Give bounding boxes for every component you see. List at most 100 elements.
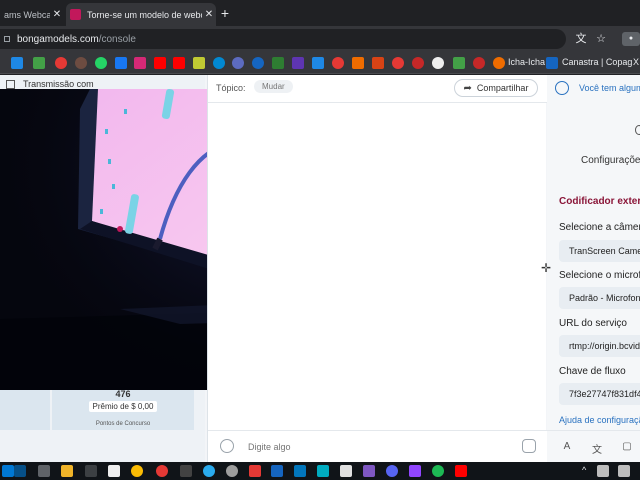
console-page: Transmissão com 476 Prêmio de $ 0,00 Pon…	[0, 75, 640, 462]
translate-icon[interactable]: 文	[574, 32, 588, 46]
profile-icon[interactable]: ●	[622, 32, 640, 46]
facebook-icon[interactable]	[115, 57, 127, 69]
network-icon[interactable]	[597, 465, 609, 477]
chat-composer	[208, 430, 547, 462]
opera-icon[interactable]	[156, 465, 168, 477]
app-icon[interactable]	[85, 465, 97, 477]
bookmark-icon[interactable]	[232, 57, 244, 69]
setup-help-link[interactable]: Ajuda de configuraçã	[559, 415, 640, 425]
spotify-icon[interactable]	[432, 465, 444, 477]
bookmark-icon[interactable]	[412, 57, 424, 69]
volume-icon[interactable]	[618, 465, 630, 477]
bookmark-icon[interactable]	[272, 57, 284, 69]
settings-title: Configurações	[581, 155, 640, 166]
external-encoder-title: Codificador extern	[559, 196, 640, 207]
app-icon[interactable]	[226, 465, 238, 477]
discord-icon[interactable]	[386, 465, 398, 477]
bookmark-icon[interactable]	[473, 57, 485, 69]
contest-prize: Prêmio de $ 0,00	[52, 401, 194, 412]
bookmark-icon[interactable]	[33, 57, 45, 69]
browser-tab-strip: ams Webcam ✕ Torne-se um modelo de webca…	[0, 0, 640, 26]
contest-prize-text: Prêmio de $ 0,00	[88, 401, 158, 412]
bookmark-icon[interactable]	[213, 57, 225, 69]
whatsapp-icon[interactable]	[95, 57, 107, 69]
youtube-icon[interactable]	[173, 57, 185, 69]
settings-gear-icon	[635, 125, 640, 135]
bookmark-icon[interactable]	[75, 57, 87, 69]
text-format-icon[interactable]: A	[561, 441, 573, 452]
tab-label: ams Webcam	[4, 9, 50, 20]
mic-select[interactable]: Padrão - Microfon	[559, 287, 640, 309]
stream-key-label: Chave de fluxo	[559, 366, 626, 377]
camera-icon[interactable]	[522, 439, 536, 453]
new-tab-button[interactable]: +	[217, 5, 233, 21]
chrome-icon[interactable]	[131, 465, 143, 477]
app-icon[interactable]	[249, 465, 261, 477]
share-button[interactable]: ➦ Compartilhar	[454, 79, 538, 97]
bookmark-icha-icha[interactable]: Icha-Icha	[508, 57, 545, 67]
bookmark-icon[interactable]	[372, 57, 384, 69]
mic-select-label: Selecione o microf	[559, 270, 640, 281]
url-field[interactable]: bongamodels.com/console	[0, 29, 566, 49]
url-host: bongamodels.com	[17, 33, 99, 45]
app-icon[interactable]	[294, 465, 306, 477]
bonga-favicon-icon	[70, 9, 81, 20]
file-explorer-icon[interactable]	[61, 465, 73, 477]
notice-banner[interactable]: Você tem algum	[555, 81, 640, 95]
camera-select[interactable]: TranScreen Camer	[559, 240, 640, 262]
bookmarks-overflow[interactable]: X	[633, 57, 639, 67]
app-icon[interactable]	[108, 465, 120, 477]
chat-message-input[interactable]	[248, 439, 508, 455]
contest-stats: 476 Prêmio de $ 0,00 Pontos de Concurso	[0, 387, 205, 430]
emoji-icon[interactable]	[220, 439, 234, 453]
telegram-icon[interactable]	[203, 465, 215, 477]
task-view-icon[interactable]	[38, 465, 50, 477]
windows-start-icon[interactable]	[2, 465, 14, 477]
external-window-icon[interactable]	[6, 79, 15, 89]
tab-label: Torne-se um modelo de webcam	[87, 9, 202, 20]
sticker-icon[interactable]: ▢	[621, 441, 633, 452]
bookmark-icon[interactable]	[493, 57, 505, 69]
close-tab-icon[interactable]: ✕	[50, 9, 64, 20]
bookmark-canastra[interactable]: Canastra | Copag	[562, 57, 632, 67]
bookmark-icon[interactable]	[55, 57, 67, 69]
close-tab-icon[interactable]: ✕	[202, 9, 216, 20]
youtube-icon[interactable]	[455, 465, 467, 477]
chat-header: Tópico: Mudar ➦ Compartilhar	[208, 75, 547, 103]
service-url-field[interactable]: rtmp://origin.bcvid	[559, 335, 640, 357]
bookmark-star-icon[interactable]: ☆	[594, 32, 608, 46]
bookmark-icon[interactable]	[546, 57, 558, 69]
app-icon[interactable]	[271, 465, 283, 477]
translate-icon[interactable]: 文	[591, 441, 603, 456]
start-icon[interactable]	[14, 465, 26, 477]
twitch-icon[interactable]	[409, 465, 421, 477]
stat-card-left	[0, 387, 50, 430]
bookmark-icon[interactable]	[312, 57, 324, 69]
site-info-icon[interactable]	[4, 36, 10, 42]
app-icon[interactable]	[180, 465, 192, 477]
tab-become-model[interactable]: Torne-se um modelo de webcam ✕	[66, 3, 216, 26]
stream-key-field[interactable]: 7f3e27747f831df4	[559, 383, 640, 405]
bookmarks-bar: Icha-Icha Canastra | Copag X	[0, 52, 640, 74]
topic-label: Tópico:	[216, 83, 246, 93]
change-topic-button[interactable]: Mudar	[254, 80, 293, 93]
bookmark-icon[interactable]	[11, 57, 23, 69]
bookmark-icon[interactable]	[193, 57, 205, 69]
app-icon[interactable]	[363, 465, 375, 477]
bookmark-icon[interactable]	[432, 57, 444, 69]
bookmark-icon[interactable]	[392, 57, 404, 69]
gamepad-icon[interactable]	[340, 465, 352, 477]
bookmark-icon[interactable]	[453, 57, 465, 69]
bookmark-icon[interactable]	[332, 57, 344, 69]
bookmark-icon[interactable]	[252, 57, 264, 69]
app-icon[interactable]	[317, 465, 329, 477]
settings-panel: Você tem algum Configurações Codificador…	[547, 75, 640, 462]
youtube-icon[interactable]	[154, 57, 166, 69]
instagram-icon[interactable]	[134, 57, 146, 69]
tab-bonga-webcam[interactable]: ams Webcam ✕	[0, 3, 64, 26]
bookmark-icon[interactable]	[292, 57, 304, 69]
contest-number: 476	[115, 389, 131, 399]
tray-chevron-icon[interactable]: ^	[582, 465, 586, 475]
bookmark-icon[interactable]	[352, 57, 364, 69]
share-icon: ➦	[463, 82, 472, 94]
